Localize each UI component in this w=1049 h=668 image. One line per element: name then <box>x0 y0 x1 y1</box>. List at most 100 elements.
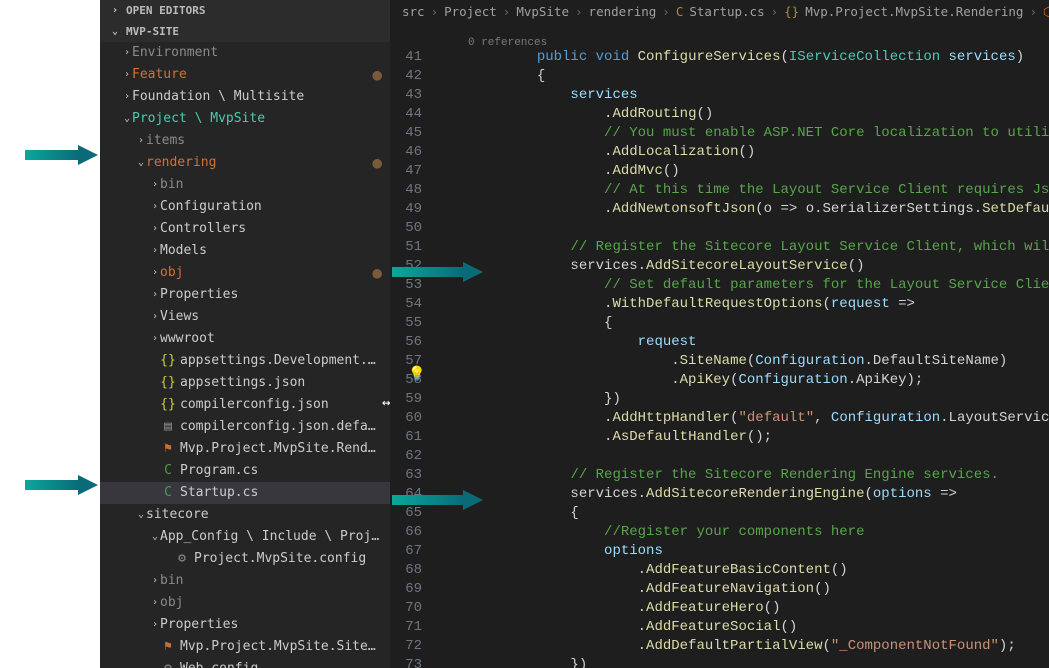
project-header[interactable]: ⌄ MVP-SITE <box>100 21 390 42</box>
tree-item-label: Views <box>160 306 382 328</box>
reference-count[interactable]: 0 references <box>436 34 1049 48</box>
tree-row[interactable]: ›obj● <box>100 262 390 284</box>
open-editors-header[interactable]: › OPEN EDITORS <box>100 0 390 21</box>
tree-row[interactable]: ⚙Web.config <box>100 658 390 668</box>
line-number: 48 <box>390 181 422 200</box>
chevron-right-icon: › <box>150 570 160 592</box>
code-line[interactable]: services.AddSitecoreRenderingEngine(opti… <box>436 485 1049 504</box>
breadcrumb[interactable]: src› Project› MvpSite› rendering› C Star… <box>390 0 1049 24</box>
code-content[interactable]: 0 references public void ConfigureServic… <box>436 24 1049 668</box>
bc-project[interactable]: Project <box>444 4 497 19</box>
tree-row[interactable]: ⌄rendering● <box>100 152 390 174</box>
tree-row[interactable]: ›items <box>100 130 390 152</box>
code-line[interactable]: .AddFeatureBasicContent() <box>436 561 1049 580</box>
tree-row[interactable]: ⚑Mvp.Project.MvpSite.Rendering.csproj <box>100 438 390 460</box>
tree-row[interactable]: ›wwwroot <box>100 328 390 350</box>
code-line[interactable]: services <box>436 86 1049 105</box>
code-line[interactable]: //Register your components here <box>436 523 1049 542</box>
code-line[interactable]: .AddFeatureNavigation() <box>436 580 1049 599</box>
code-line[interactable]: .SiteName(Configuration.DefaultSiteName) <box>436 352 1049 371</box>
bc-src[interactable]: src <box>402 4 425 19</box>
code-line[interactable]: services.AddSitecoreLayoutService() <box>436 257 1049 276</box>
chevron-right-icon: › <box>136 130 146 152</box>
tree-row[interactable]: ›Feature● <box>100 64 390 86</box>
tree-item-label: Configuration <box>160 196 382 218</box>
chevron-right-icon: › <box>150 218 160 240</box>
line-number: 69 <box>390 580 422 599</box>
tree-row[interactable]: ›Controllers <box>100 218 390 240</box>
file-type-icon: {} <box>160 350 176 372</box>
code-line[interactable]: .AddNewtonsoftJson(o => o.SerializerSett… <box>436 200 1049 219</box>
line-number: 54 <box>390 295 422 314</box>
file-type-icon: ▤ <box>160 416 176 438</box>
file-tree[interactable]: ›Environment›Feature●›Foundation \ Multi… <box>100 42 390 668</box>
tree-item-label: Mvp.Project.MvpSite.Sitecore.csproj <box>180 636 382 658</box>
code-line[interactable]: .AddFeatureHero() <box>436 599 1049 618</box>
line-number: 67 <box>390 542 422 561</box>
tree-row[interactable]: ›Configuration <box>100 196 390 218</box>
code-line[interactable]: public void ConfigureServices(IServiceCo… <box>436 48 1049 67</box>
file-type-icon: ⚑ <box>160 438 176 460</box>
code-line[interactable]: }) <box>436 390 1049 409</box>
code-line[interactable]: // Set default parameters for the Layout… <box>436 276 1049 295</box>
code-line[interactable]: // At this time the Layout Service Clien… <box>436 181 1049 200</box>
tree-row[interactable]: {}compilerconfig.json <box>100 394 390 416</box>
bc-rendering[interactable]: rendering <box>589 4 657 19</box>
tree-row[interactable]: {}appsettings.Development.json <box>100 350 390 372</box>
tree-row[interactable]: ⌄Project \ MvpSite <box>100 108 390 130</box>
line-number: 43 <box>390 86 422 105</box>
code-line[interactable]: .AddRouting() <box>436 105 1049 124</box>
code-line[interactable]: // You must enable ASP.NET Core localiza… <box>436 124 1049 143</box>
tree-row[interactable]: ⌄App_Config \ Include \ Project <box>100 526 390 548</box>
code-line[interactable]: .WithDefaultRequestOptions(request => <box>436 295 1049 314</box>
chevron-right-icon: › <box>150 174 160 196</box>
code-line[interactable]: .AddHttpHandler("default", Configuration… <box>436 409 1049 428</box>
line-number: 45 <box>390 124 422 143</box>
tree-row[interactable]: CStartup.cs <box>100 482 390 504</box>
tree-row[interactable]: ⚑Mvp.Project.MvpSite.Sitecore.csproj <box>100 636 390 658</box>
code-line[interactable]: .AddDefaultPartialView("_ComponentNotFou… <box>436 637 1049 656</box>
tree-row[interactable]: ›bin <box>100 174 390 196</box>
tree-row[interactable]: ›Environment <box>100 42 390 64</box>
code-line[interactable]: // Register the Sitecore Rendering Engin… <box>436 466 1049 485</box>
bc-namespace[interactable]: Mvp.Project.MvpSite.Rendering <box>805 4 1023 19</box>
tree-row[interactable]: ›Foundation \ Multisite <box>100 86 390 108</box>
file-type-icon: ⚙ <box>160 658 176 668</box>
code-line[interactable]: }) <box>436 656 1049 668</box>
code-line[interactable]: .AddFeatureSocial() <box>436 618 1049 637</box>
lightbulb-icon[interactable]: 💡 <box>408 366 425 385</box>
tree-row[interactable]: ⌄sitecore <box>100 504 390 526</box>
code-line[interactable]: { <box>436 67 1049 86</box>
code-line[interactable] <box>436 219 1049 238</box>
code-line[interactable]: { <box>436 504 1049 523</box>
tree-item-label: compilerconfig.json <box>180 394 382 416</box>
code-line[interactable]: request <box>436 333 1049 352</box>
tree-row[interactable]: ›Properties <box>100 284 390 306</box>
tree-row[interactable]: ▤compilerconfig.json.defaults <box>100 416 390 438</box>
tree-row[interactable]: ›bin <box>100 570 390 592</box>
bc-file[interactable]: Startup.cs <box>689 4 764 19</box>
code-editor[interactable]: 4142434445464748495051525354555657585960… <box>390 24 1049 668</box>
code-line[interactable]: { <box>436 314 1049 333</box>
tree-row[interactable]: CProgram.cs <box>100 460 390 482</box>
tree-item-label: appsettings.json <box>180 372 382 394</box>
tree-row[interactable]: ›obj <box>100 592 390 614</box>
tree-row[interactable]: {}appsettings.json <box>100 372 390 394</box>
code-line[interactable]: options <box>436 542 1049 561</box>
tree-row[interactable]: ›Views <box>100 306 390 328</box>
tree-row[interactable]: ⚙Project.MvpSite.config <box>100 548 390 570</box>
tree-item-label: Properties <box>160 284 382 306</box>
resize-horizontal-icon[interactable]: ↔ <box>382 395 390 411</box>
tree-row[interactable]: ›Properties <box>100 614 390 636</box>
code-line[interactable]: .AddLocalization() <box>436 143 1049 162</box>
code-line[interactable]: // Register the Sitecore Layout Service … <box>436 238 1049 257</box>
code-line[interactable] <box>436 447 1049 466</box>
code-line[interactable]: .AddMvc() <box>436 162 1049 181</box>
tree-row[interactable]: ›Models <box>100 240 390 262</box>
code-line[interactable]: .AsDefaultHandler(); <box>436 428 1049 447</box>
code-line[interactable]: .ApiKey(Configuration.ApiKey); <box>436 371 1049 390</box>
line-number: 68 <box>390 561 422 580</box>
csharp-icon: C <box>676 4 684 19</box>
line-number: 41 <box>390 48 422 67</box>
bc-mvpsite[interactable]: MvpSite <box>516 4 569 19</box>
